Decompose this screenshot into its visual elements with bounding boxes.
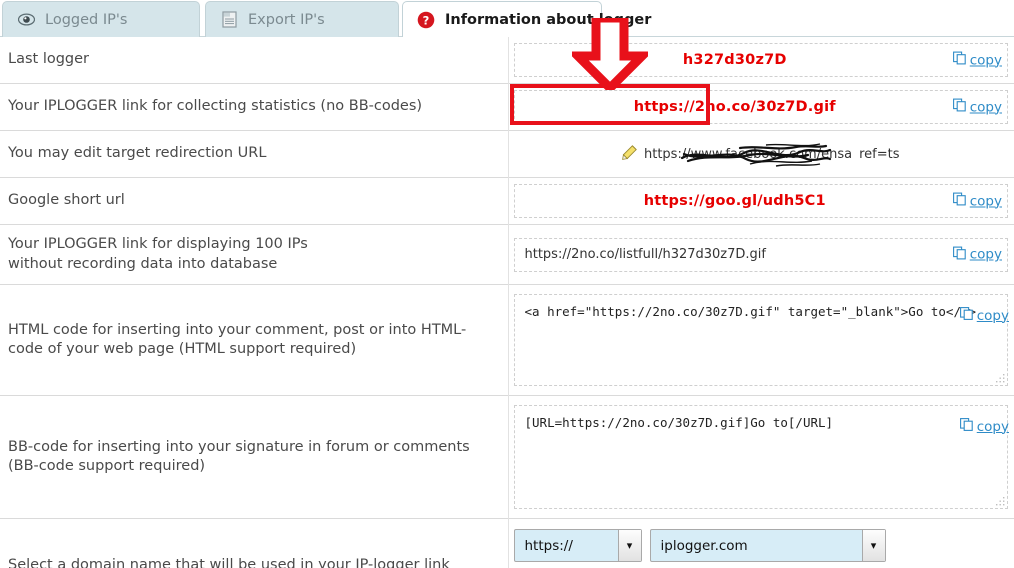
row-value-html-code: <a href="https://2no.co/30z7D.gif" targe… xyxy=(508,285,1014,396)
row-value-redirect-url: https://www.facebook.com/ensa ref=ts xyxy=(508,131,1014,178)
copy-button-last-logger[interactable]: copy xyxy=(952,51,1002,69)
table-row: Your IPLOGGER link for displaying 100 IP… xyxy=(0,224,1014,285)
row-value-last-logger: h327d30z7D copy xyxy=(508,37,1014,84)
row-label-google-short-url: Google short url xyxy=(0,177,509,225)
tab-logged-ips[interactable]: Logged IP's xyxy=(2,1,200,37)
tab-export-ips[interactable]: Export IP's xyxy=(205,1,399,37)
resize-grip-icon[interactable] xyxy=(996,497,1005,506)
listfull-link-value: https://2no.co/listfull/h327d30z7D.gif xyxy=(524,247,766,263)
table-row: Google short url https://goo.gl/udh5C1 c… xyxy=(0,177,1014,225)
domain-select-row-1: https:// ▾ iplogger.com ▾ xyxy=(513,529,886,563)
last-logger-value-box: h327d30z7D copy xyxy=(513,43,1008,77)
row-value-google-short-url: https://goo.gl/udh5C1 copy xyxy=(508,178,1014,225)
table-row: BB-code for inserting into your signatur… xyxy=(0,395,1014,519)
row-value-domain-select: https:// ▾ iplogger.com ▾ .gif ▾ xyxy=(508,519,1014,568)
chevron-down-icon[interactable]: ▾ xyxy=(861,530,885,562)
row-label-last-logger: Last logger xyxy=(0,37,509,84)
text-file-icon xyxy=(220,11,238,29)
copy-button-google-short-url[interactable]: copy xyxy=(952,192,1002,210)
copy-button-html-code[interactable]: copy xyxy=(959,307,1009,324)
redirect-url-value: https://www.facebook.com/ensa xyxy=(644,146,853,162)
domain-name-select[interactable]: iplogger.com ▾ xyxy=(649,529,886,563)
help-question-icon: ? xyxy=(417,11,435,29)
copy-icon xyxy=(952,246,966,263)
iplogger-info-page: Logged IP's Export IP's ? Information ab… xyxy=(0,0,1014,568)
copy-label: copy xyxy=(969,52,1002,68)
eye-icon xyxy=(17,11,35,29)
svg-text:?: ? xyxy=(423,13,430,27)
table-row: Select a domain name that will be used i… xyxy=(0,518,1014,568)
copy-label: copy xyxy=(976,418,1009,435)
copy-icon xyxy=(959,307,973,324)
bb-code-value: [URL=https://2no.co/30z7D.gif]Go to[/URL… xyxy=(524,415,834,431)
copy-label: copy xyxy=(969,246,1002,263)
copy-icon xyxy=(952,98,966,116)
copy-button-stats-link[interactable]: copy xyxy=(952,98,1002,116)
chevron-down-icon[interactable]: ▾ xyxy=(617,530,641,562)
redirect-url-value-box[interactable]: https://www.facebook.com/ensa ref=ts xyxy=(514,137,1009,171)
protocol-select[interactable]: https:// ▾ xyxy=(513,529,642,563)
table-row: HTML code for inserting into your commen… xyxy=(0,284,1014,396)
stats-link-value-box: https://2no.co/30z7D.gif copy xyxy=(513,90,1008,124)
tab-logged-ips-label: Logged IP's xyxy=(45,11,128,28)
copy-button-listfull-link[interactable]: copy xyxy=(952,246,1002,263)
google-short-url-value: https://goo.gl/udh5C1 xyxy=(643,193,826,209)
tab-information-about-logger-label: Information about logger xyxy=(445,11,652,28)
redirect-url-value-tail: ref=ts xyxy=(859,146,900,162)
html-code-value: <a href="https://2no.co/30z7D.gif" targe… xyxy=(524,304,977,320)
html-code-textarea[interactable]: <a href="https://2no.co/30z7D.gif" targe… xyxy=(513,294,1008,387)
row-value-bb-code: [URL=https://2no.co/30z7D.gif]Go to[/URL… xyxy=(508,396,1014,519)
row-label-html-code: HTML code for inserting into your commen… xyxy=(0,284,509,396)
copy-icon xyxy=(952,192,966,210)
copy-label: copy xyxy=(976,307,1009,324)
logger-info-table: Last logger h327d30z7D copy Your IPLOGGE… xyxy=(0,37,1014,568)
copy-icon xyxy=(959,418,973,435)
row-value-listfull-link: https://2no.co/listfull/h327d30z7D.gif c… xyxy=(508,225,1014,285)
row-label-redirect-url: You may edit target redirection URL xyxy=(0,130,509,178)
row-value-stats-link: https://2no.co/30z7D.gif copy xyxy=(508,84,1014,131)
google-short-url-value-box: https://goo.gl/udh5C1 copy xyxy=(513,184,1008,218)
row-label-stats-link: Your IPLOGGER link for collecting statis… xyxy=(0,83,509,131)
resize-grip-icon[interactable] xyxy=(996,374,1005,383)
protocol-select-value: https:// xyxy=(524,537,573,554)
copy-button-bb-code[interactable]: copy xyxy=(959,418,1009,435)
row-label-domain-select: Select a domain name that will be used i… xyxy=(0,518,509,568)
table-row: Last logger h327d30z7D copy xyxy=(0,37,1014,84)
tab-information-about-logger[interactable]: ? Information about logger xyxy=(402,1,651,37)
row-label-listfull-link: Your IPLOGGER link for displaying 100 IP… xyxy=(0,224,509,285)
copy-label: copy xyxy=(969,99,1002,115)
tab-bar: Logged IP's Export IP's ? Information ab… xyxy=(0,0,1014,37)
table-row: You may edit target redirection URL http… xyxy=(0,130,1014,178)
pencil-icon[interactable] xyxy=(622,144,637,164)
row-label-bb-code: BB-code for inserting into your signatur… xyxy=(0,395,509,519)
listfull-link-value-box: https://2no.co/listfull/h327d30z7D.gif c… xyxy=(513,237,1008,272)
domain-select-group: https:// ▾ iplogger.com ▾ .gif ▾ xyxy=(509,519,1014,568)
copy-label: copy xyxy=(969,193,1002,209)
last-logger-value: h327d30z7D xyxy=(682,52,787,68)
domain-name-select-value: iplogger.com xyxy=(660,537,748,554)
copy-icon xyxy=(952,51,966,69)
stats-link-value: https://2no.co/30z7D.gif xyxy=(633,99,836,115)
table-row: Your IPLOGGER link for collecting statis… xyxy=(0,83,1014,131)
tab-export-ips-label: Export IP's xyxy=(248,11,325,28)
bb-code-textarea[interactable]: [URL=https://2no.co/30z7D.gif]Go to[/URL… xyxy=(513,405,1008,510)
